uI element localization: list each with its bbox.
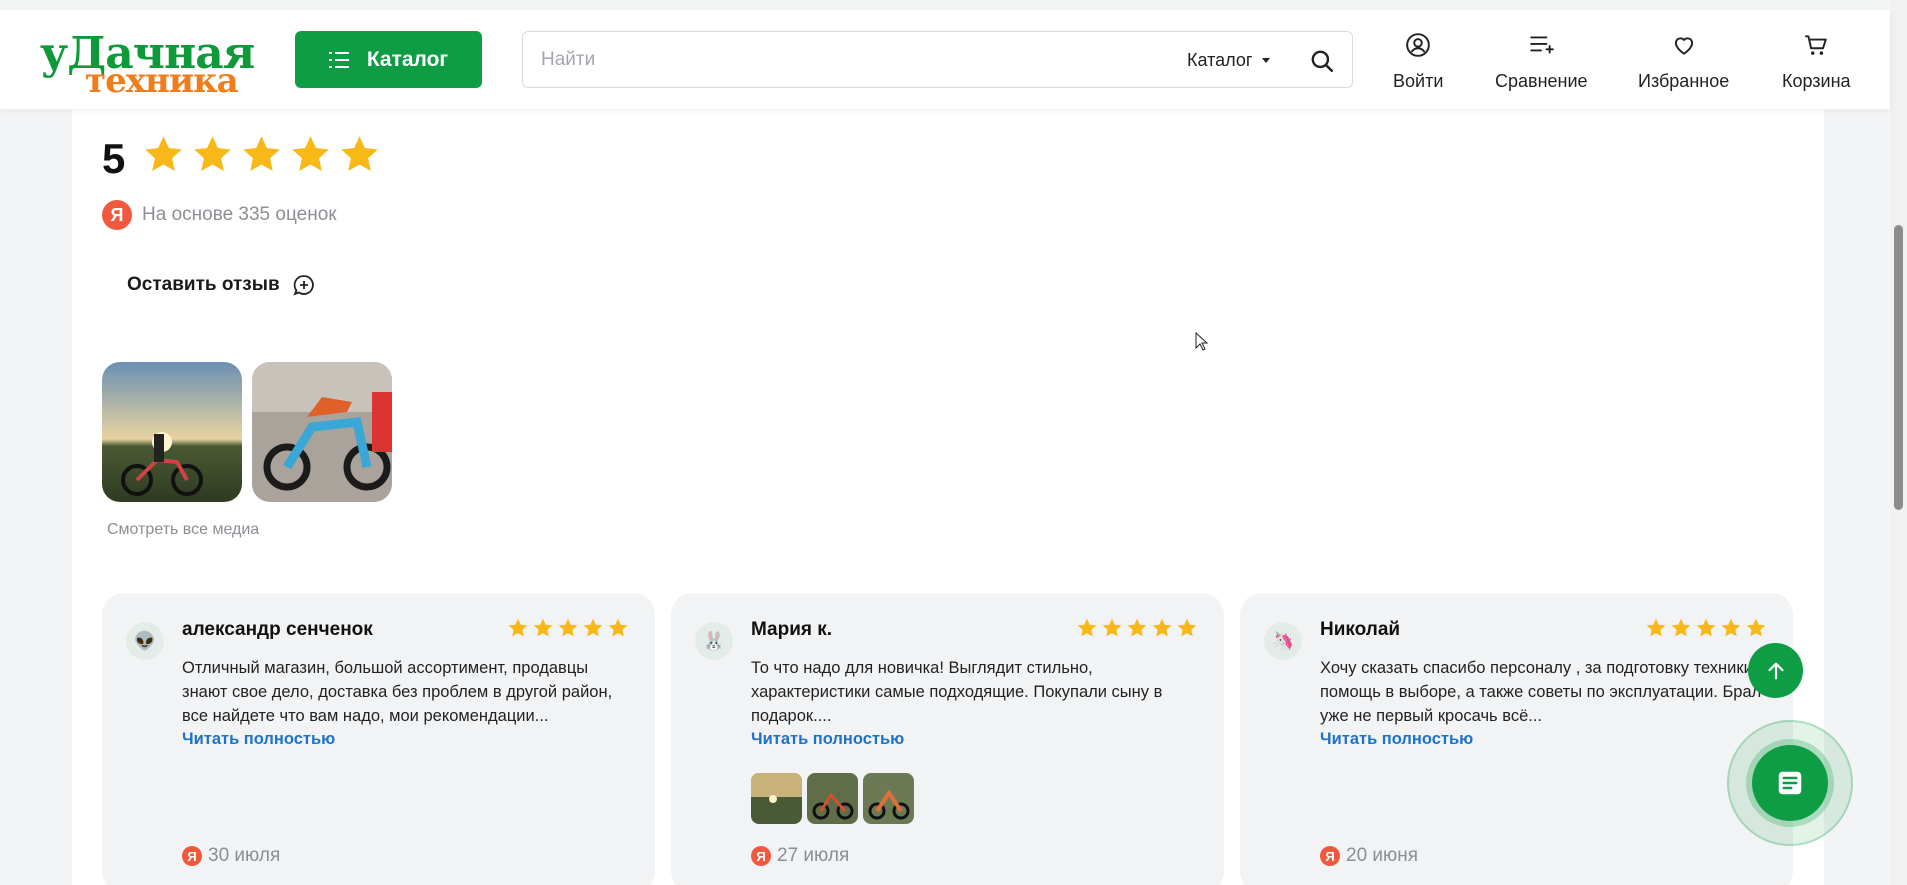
review-date-text: 27 июля [777,845,850,866]
login-label: Войти [1393,71,1444,91]
scrollbar-thumb[interactable] [1894,225,1903,510]
search-scope-select[interactable]: Каталог [1187,50,1271,71]
page: 5 Я На основе 335 оценок Оставить отзыв [0,0,1907,885]
star-icon [508,618,528,637]
review-text: Отличный магазин, большой ассортимент, п… [182,659,613,725]
chat-button[interactable] [1752,745,1828,821]
favorites-button[interactable]: Избранное [1638,32,1729,92]
media-gallery [102,362,392,502]
read-more-link[interactable]: Читать полностью [182,730,335,749]
review-date-text: 20 июня [1346,845,1419,866]
rating-basis: Я На основе 335 оценок [102,200,337,230]
search-scope-label: Каталог [1187,50,1253,70]
review-photos [751,773,914,824]
review-date: Я 27 июля [751,845,849,867]
leave-review-button[interactable]: Оставить отзыв [127,273,316,297]
favorites-label: Избранное [1638,71,1730,91]
yandex-icon: Я [102,200,132,230]
review-date: Я 30 июля [182,845,280,867]
review-stars [1076,617,1198,639]
user-icon [1406,33,1430,57]
avatar: 🦄 [1264,622,1302,660]
review-card: 🦄 Николай Хочу сказать спасибо персоналу… [1240,593,1793,885]
star-icon [1696,618,1716,637]
star-icon [583,618,603,637]
reviews-list: 👽 александр сенченок Отличный магазин, б… [102,593,1793,885]
catalog-button-label: Каталог [366,47,449,71]
review-text: Хочу сказать спасибо персоналу , за подг… [1320,659,1762,725]
site-header: уДачная техника Каталог Каталог Войти Ср… [0,10,1890,109]
heart-icon [1674,37,1693,55]
star-icon [243,136,280,171]
star-icon [1646,618,1666,637]
mouse-cursor-icon [1195,332,1209,351]
read-more-link[interactable]: Читать полностью [751,730,904,749]
media-thumbnail[interactable] [102,362,242,502]
star-icon [608,618,628,637]
review-text: То что надо для новичка! Выглядит стильн… [751,659,1163,725]
cart-icon [1805,35,1828,55]
compare-label: Сравнение [1495,71,1588,91]
chat-icon [1778,771,1802,795]
star-icon [194,136,231,171]
star-icon [558,618,578,637]
star-icon [1102,618,1122,637]
review-stars [507,617,629,639]
search-icon[interactable] [1309,48,1335,74]
compare-icon [1530,36,1555,54]
compare-button[interactable]: Сравнение [1495,32,1588,92]
search-bar: Каталог [522,31,1353,88]
login-button[interactable]: Войти [1393,32,1443,92]
cart-button[interactable]: Корзина [1782,32,1851,92]
review-author: александр сенченок [182,619,373,640]
star-icon [341,136,378,171]
review-author: Николай [1320,619,1401,640]
read-more-link[interactable]: Читать полностью [1320,730,1473,749]
leave-review-label: Оставить отзыв [127,274,280,295]
page-scrollbar[interactable] [1890,0,1907,885]
caret-down-icon [1262,58,1271,63]
review-date: Я 20 июня [1320,845,1418,867]
cart-label: Корзина [1782,71,1851,91]
search-input[interactable] [541,44,1141,76]
star-icon [145,136,182,171]
star-icon [533,618,553,637]
review-photo[interactable] [863,773,914,824]
review-photo[interactable] [751,773,802,824]
review-photo[interactable] [807,773,858,824]
rating-score: 5 [102,135,126,182]
avatar: 👽 [126,622,164,660]
view-all-media-link[interactable]: Смотреть все медиа [107,521,259,539]
review-card: 👽 александр сенченок Отличный магазин, б… [102,593,655,885]
star-icon [1746,618,1766,637]
yandex-icon: Я [751,846,771,866]
rating-basis-text: На основе 335 оценок [142,204,337,225]
avatar: 🐰 [695,622,733,660]
review-card: 🐰 Мария к. То что надо для новичка! Выгл… [671,593,1224,885]
yandex-icon: Я [1320,846,1340,866]
star-icon [1152,618,1172,637]
logo[interactable]: уДачная техника [40,32,260,102]
arrow-up-icon [1767,662,1784,679]
star-icon [1177,618,1197,637]
review-author: Мария к. [751,619,833,640]
list-icon [328,51,349,68]
star-icon [292,136,329,171]
star-icon [1671,618,1691,637]
media-thumbnail[interactable] [252,362,392,502]
star-icon [1077,618,1097,637]
add-comment-icon [293,275,314,296]
star-icon [1127,618,1147,637]
review-stars [1645,617,1767,639]
logo-line2: техника [85,61,239,101]
rating-stars [142,133,381,176]
scroll-to-top-button[interactable] [1748,643,1803,698]
yandex-icon: Я [182,846,202,866]
catalog-button[interactable]: Каталог [295,31,482,88]
review-date-text: 30 июля [208,845,281,866]
star-icon [1721,618,1741,637]
